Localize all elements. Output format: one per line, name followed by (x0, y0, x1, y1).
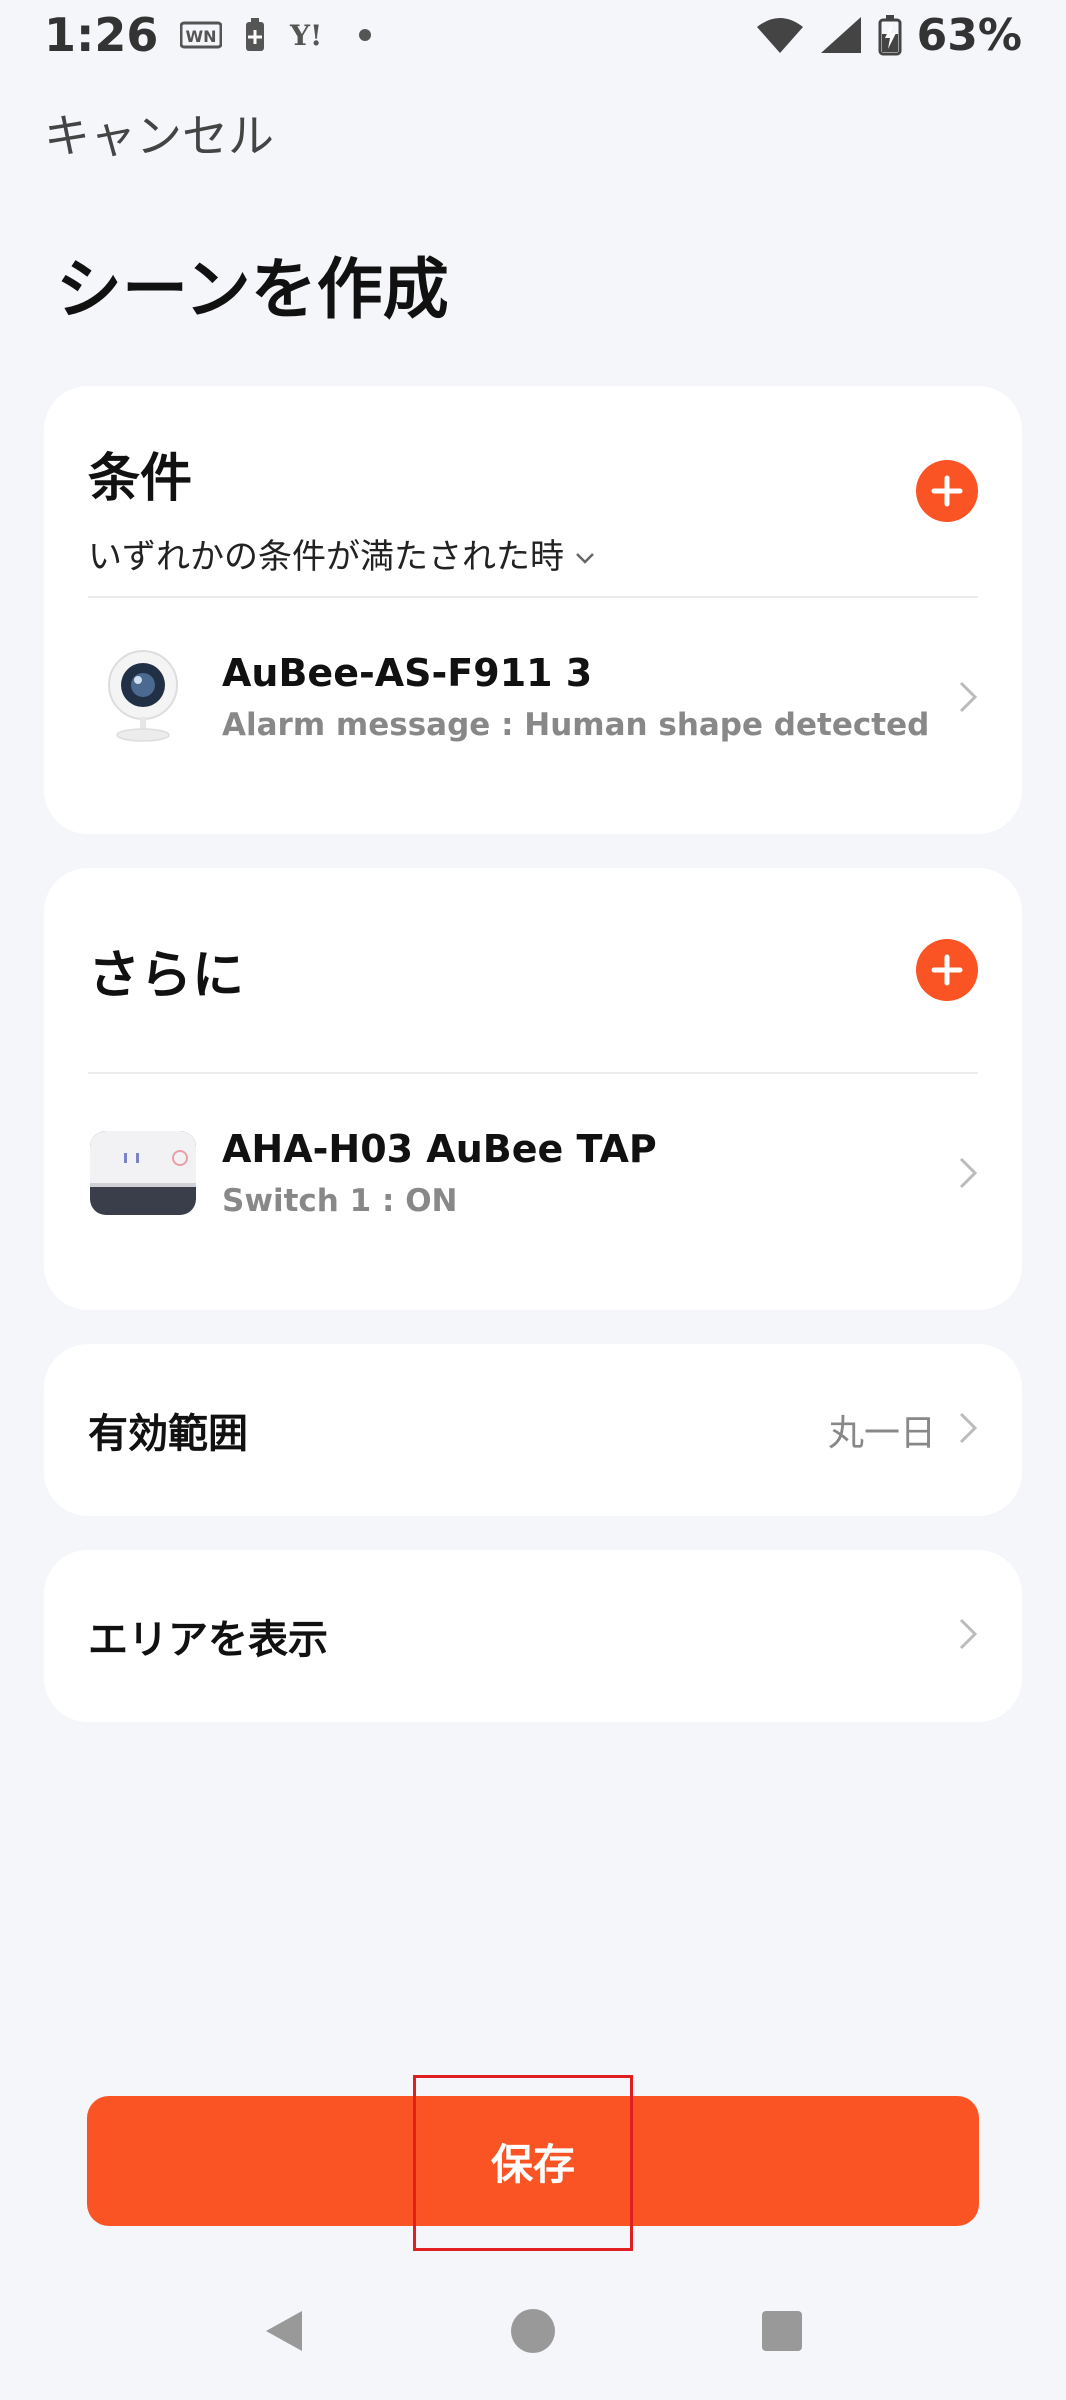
battery-percent: 63% (916, 9, 1022, 61)
action-device-detail: Switch 1 : ON (222, 1183, 458, 1219)
effective-period-row[interactable]: 有効範囲 丸一日 (44, 1344, 1022, 1516)
chevron-down-icon (574, 534, 596, 574)
page-title: シーンを作成 (56, 251, 449, 328)
add-condition-button[interactable] (916, 460, 978, 522)
svg-text:WN: WN (186, 27, 217, 46)
cancel-button[interactable]: キャンセル (44, 100, 274, 166)
conditions-title: 条件 (88, 449, 193, 509)
action-item[interactable]: AHA-H03 AuBee TAP Switch 1 : ON (44, 1074, 1022, 1272)
effective-period-label: 有効範囲 (88, 1411, 248, 1457)
yahoo-icon: Y! (288, 18, 336, 52)
battery-saver-icon (244, 17, 266, 53)
svg-text:Y!: Y! (289, 19, 322, 52)
action-device-name: AHA-H03 AuBee TAP (222, 1127, 657, 1171)
condition-item[interactable]: AuBee-AS-F911 3 Alarm message : Human sh… (44, 598, 1022, 796)
battery-charging-icon (877, 14, 903, 56)
wifi-icon (755, 15, 805, 55)
camera-icon (88, 642, 198, 752)
conditions-card: 条件 いずれかの条件が満たされた時 AuBee-AS-F911 3 Alarm (44, 386, 1022, 834)
actions-title: さらに (88, 945, 245, 1006)
recents-icon[interactable] (760, 2309, 804, 2357)
condition-mode-dropdown[interactable]: いずれかの条件が満たされた時 (88, 529, 978, 578)
add-action-button[interactable] (916, 939, 978, 1001)
condition-device-detail: Alarm message : Human shape detected (222, 707, 930, 743)
highlight-box (413, 2075, 633, 2251)
chevron-right-icon (958, 1617, 978, 1655)
dot-icon (358, 28, 372, 42)
effective-period-value: 丸一日 (827, 1413, 936, 1454)
condition-device-name: AuBee-AS-F911 3 (222, 651, 593, 695)
signal-icon (819, 15, 863, 55)
chevron-right-icon (958, 1156, 978, 1190)
actions-card: さらに AHA-H03 AuBee TAP Switch 1 : ON (44, 868, 1022, 1310)
home-icon[interactable] (509, 2307, 557, 2359)
wn-icon: WN (180, 19, 223, 51)
back-icon[interactable] (262, 2307, 306, 2359)
status-time: 1:26 (44, 8, 159, 62)
navigation-bar (0, 2266, 1066, 2400)
show-area-row[interactable]: エリアを表示 (44, 1550, 1022, 1722)
condition-mode-label: いずれかの条件が満たされた時 (88, 537, 564, 577)
show-area-label: エリアを表示 (88, 1617, 328, 1663)
smart-plug-icon (88, 1118, 198, 1228)
chevron-right-icon (958, 680, 978, 714)
chevron-right-icon (958, 1411, 978, 1449)
status-bar: 1:26 WN Y! 63% (0, 0, 1066, 70)
